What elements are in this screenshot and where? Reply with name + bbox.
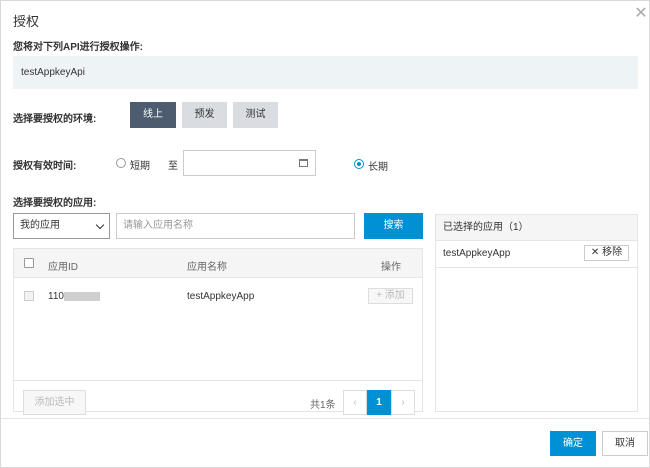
calendar-icon[interactable] bbox=[299, 159, 308, 167]
ok-button[interactable]: 确定 bbox=[550, 431, 596, 456]
app-section-label: 选择要授权的应用: bbox=[13, 198, 97, 209]
env-button-test[interactable]: 测试 bbox=[233, 102, 278, 128]
authorize-dialog: 授权 ✕ 您将对下列API进行授权操作: testAppkeyApi 选择要授权… bbox=[0, 0, 650, 468]
selected-apps-title: 已选择的应用（1） bbox=[436, 215, 637, 241]
next-page-button[interactable]: › bbox=[391, 390, 415, 415]
remove-app-button[interactable]: ✕ 移除 bbox=[584, 245, 629, 261]
time-section-label: 授权有效时间: bbox=[13, 161, 77, 172]
selected-row-divider bbox=[436, 267, 637, 268]
end-date-input[interactable] bbox=[183, 150, 316, 176]
env-button-online[interactable]: 线上 bbox=[130, 102, 176, 128]
cancel-button[interactable]: 取消 bbox=[602, 431, 648, 456]
short-term-label: 短期 bbox=[130, 161, 150, 172]
long-term-radio[interactable] bbox=[354, 159, 364, 169]
column-action: 操作 bbox=[381, 262, 401, 273]
select-all-checkbox[interactable] bbox=[24, 258, 34, 268]
prev-page-button[interactable]: ‹ bbox=[343, 390, 367, 415]
long-term-label: 长期 bbox=[368, 162, 388, 173]
footer-divider bbox=[1, 418, 649, 419]
row-app-name: testAppkeyApp bbox=[187, 291, 255, 302]
page-1-button[interactable]: 1 bbox=[367, 390, 391, 415]
column-app-id: 应用ID bbox=[48, 262, 78, 273]
env-button-pre[interactable]: 预发 bbox=[182, 102, 227, 128]
api-name: testAppkeyApi bbox=[21, 67, 85, 78]
total-count: 共1条 bbox=[310, 400, 336, 411]
short-term-radio[interactable] bbox=[116, 158, 126, 168]
app-scope-select[interactable]: 我的应用 bbox=[13, 213, 110, 239]
app-search-placeholder: 请输入应用名称 bbox=[123, 220, 193, 231]
table-footer-divider bbox=[14, 380, 422, 381]
table-row: 110 testAppkeyApp + 添加 bbox=[14, 279, 422, 314]
search-button[interactable]: 搜索 bbox=[364, 213, 423, 239]
api-name-box: testAppkeyApi bbox=[13, 56, 638, 89]
selected-app-name: testAppkeyApp bbox=[443, 248, 511, 259]
row-app-id: 110 bbox=[48, 291, 100, 302]
app-table: 应用ID 应用名称 操作 110 testAppkeyApp + 添加 添加选中… bbox=[13, 248, 423, 415]
close-icon[interactable]: ✕ bbox=[634, 6, 648, 22]
app-scope-value: 我的应用 bbox=[20, 220, 60, 231]
api-section-label: 您将对下列API进行授权操作: bbox=[13, 42, 143, 53]
to-label: 至 bbox=[168, 161, 178, 172]
env-section-label: 选择要授权的环境: bbox=[13, 114, 97, 125]
chevron-down-icon bbox=[95, 220, 105, 230]
dialog-title: 授权 bbox=[13, 14, 40, 29]
app-search-input[interactable]: 请输入应用名称 bbox=[116, 213, 355, 239]
add-app-button[interactable]: + 添加 bbox=[368, 288, 413, 304]
table-header: 应用ID 应用名称 操作 bbox=[14, 249, 422, 278]
selected-apps-panel: 已选择的应用（1） testAppkeyApp ✕ 移除 bbox=[435, 214, 638, 412]
row-app-id-text: 110 bbox=[48, 291, 64, 302]
masked-id bbox=[63, 291, 100, 301]
column-app-name: 应用名称 bbox=[187, 262, 227, 273]
add-selected-button[interactable]: 添加选中 bbox=[23, 390, 86, 415]
row-checkbox[interactable] bbox=[24, 291, 34, 301]
